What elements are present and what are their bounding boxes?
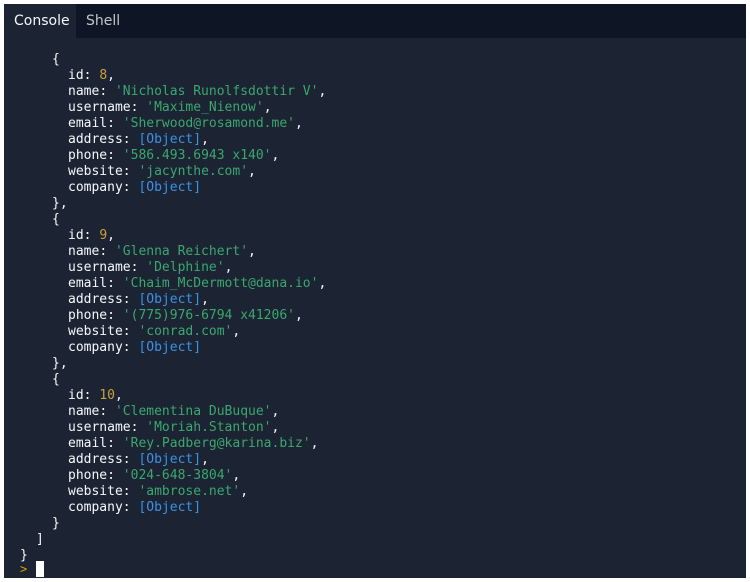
record-close-brace: }	[52, 516, 60, 531]
field-email: email: 'Chaim_McDermott@dana.io',	[68, 276, 327, 291]
array-close-bracket: ]	[36, 532, 44, 547]
field-id: id: 10,	[68, 388, 123, 403]
field-company: company: [Object]	[68, 500, 202, 515]
field-address: address: [Object],	[68, 132, 209, 147]
field-name: name: 'Clementina DuBuque',	[68, 404, 280, 419]
field-name: name: 'Nicholas Runolfsdottir V',	[68, 84, 327, 99]
tab-console[interactable]: Console	[4, 4, 76, 38]
record-open-brace: {	[52, 212, 60, 227]
field-address: address: [Object],	[68, 452, 209, 467]
field-website: website: 'jacynthe.com',	[68, 164, 256, 179]
console-output[interactable]: { id: 8, name: 'Nicholas Runolfsdottir V…	[4, 42, 746, 578]
field-email: email: 'Rey.Padberg@karina.biz',	[68, 436, 319, 451]
field-username: username: 'Maxime_Nienow',	[68, 100, 272, 115]
text-cursor[interactable]	[36, 561, 44, 577]
field-phone: phone: '586.493.6943 x140',	[68, 148, 280, 163]
prompt-icon: >	[20, 562, 28, 576]
record-close-brace: },	[52, 196, 68, 211]
field-website: website: 'conrad.com',	[68, 324, 241, 339]
field-email: email: 'Sherwood@rosamond.me',	[68, 116, 303, 131]
field-website: website: 'ambrose.net',	[68, 484, 249, 499]
field-username: username: 'Delphine',	[68, 260, 233, 275]
field-phone: phone: '(775)976-6794 x41206',	[68, 308, 303, 323]
field-company: company: [Object]	[68, 340, 202, 355]
field-username: username: 'Moriah.Stanton',	[68, 420, 280, 435]
field-company: company: [Object]	[68, 180, 202, 195]
record-close-brace: },	[52, 356, 68, 371]
field-address: address: [Object],	[68, 292, 209, 307]
tab-shell[interactable]: Shell	[76, 4, 134, 38]
record-open-brace: {	[52, 372, 60, 387]
field-name: name: 'Glenna Reichert',	[68, 244, 256, 259]
field-id: id: 8,	[68, 68, 115, 83]
field-phone: phone: '024-648-3804',	[68, 468, 241, 483]
record-open-brace: {	[52, 52, 60, 67]
tab-bar: Console Shell	[4, 4, 746, 38]
replit-console-window: Console Shell { id: 8, name: 'Nicholas R…	[4, 4, 746, 578]
field-id: id: 9,	[68, 228, 115, 243]
